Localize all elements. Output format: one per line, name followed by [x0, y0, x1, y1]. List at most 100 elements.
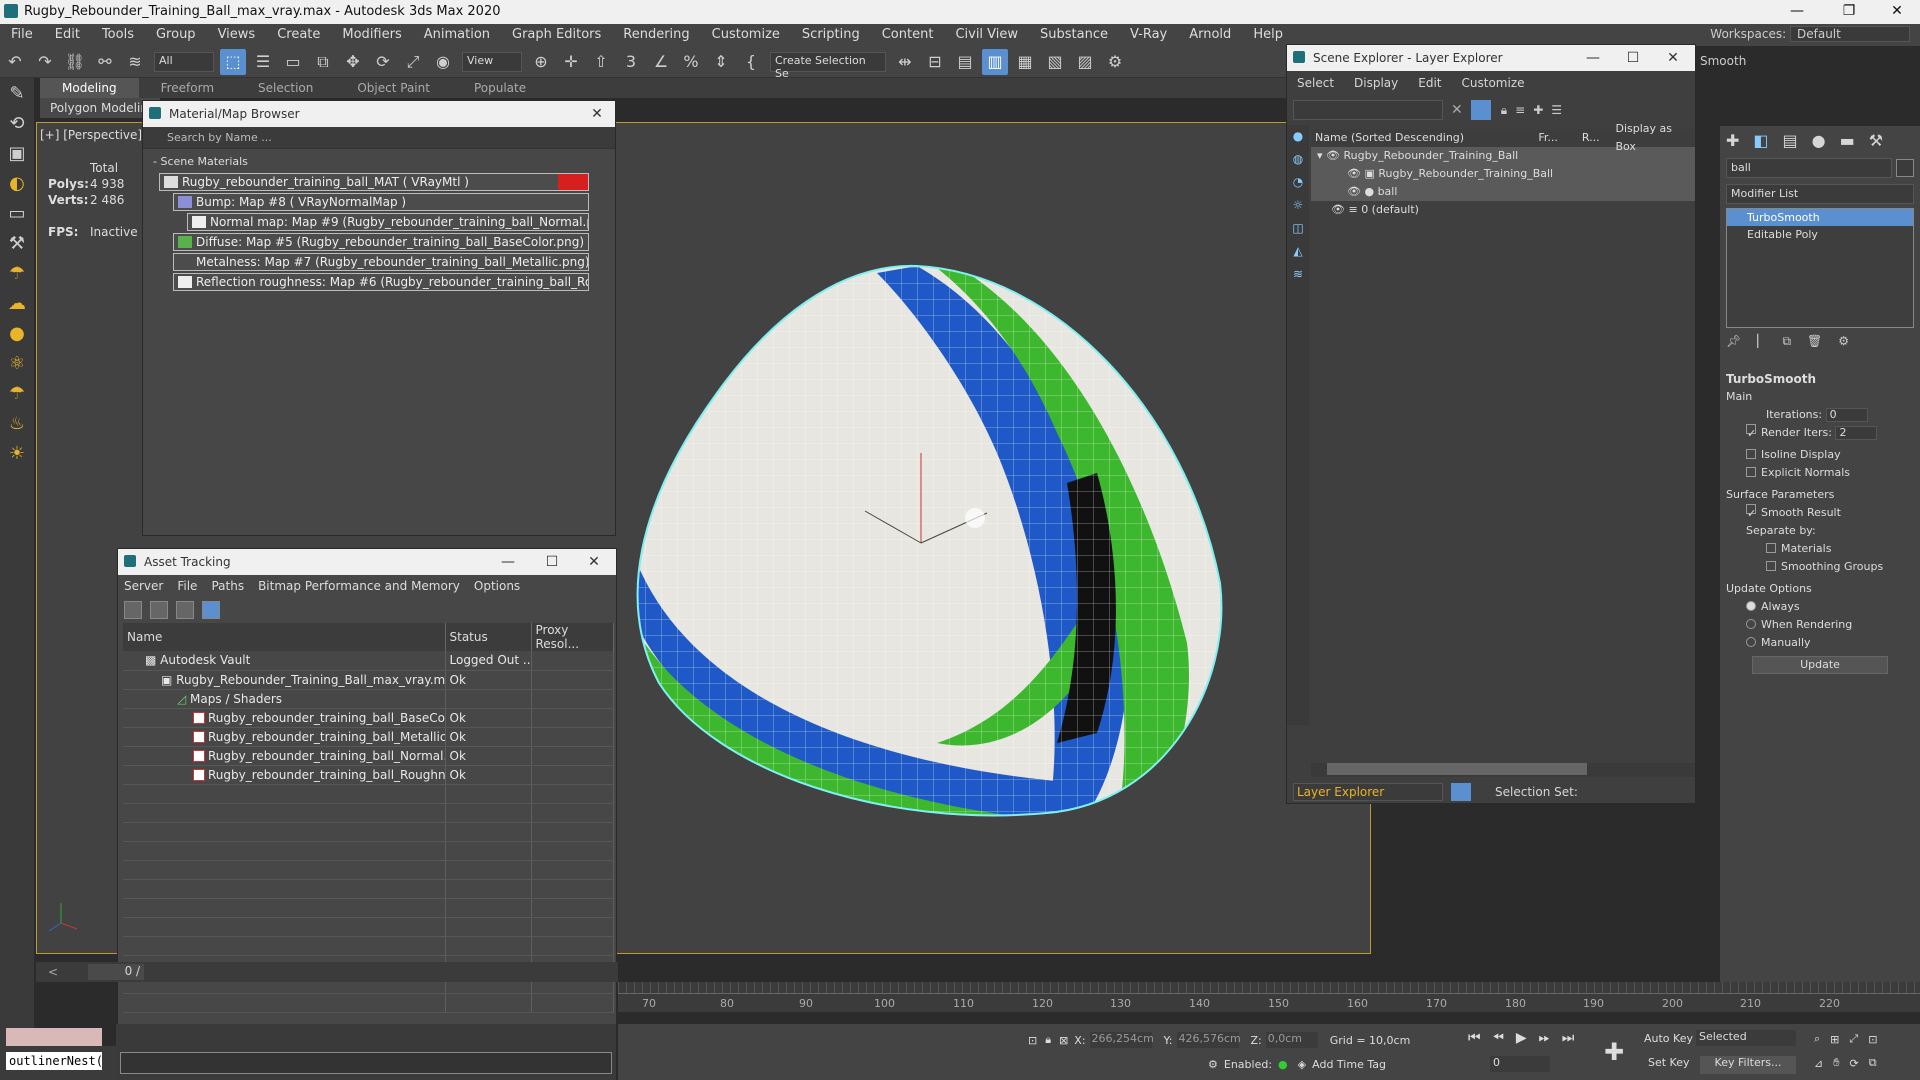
link-icon[interactable]: ⛓ — [62, 49, 88, 75]
next-frame-icon[interactable]: ⏩︎ — [1539, 1030, 1550, 1046]
workspaces-dropdown[interactable]: Default — [1790, 26, 1910, 42]
layers-icon[interactable]: ☰ — [1551, 103, 1562, 117]
adaptive-degradation-icon[interactable]: ⚙ — [1208, 1058, 1218, 1071]
menu-arnold[interactable]: Arnold — [1178, 24, 1242, 46]
close-button[interactable]: ✕ — [1874, 0, 1920, 24]
layer-toolbar-icon[interactable] — [1451, 783, 1471, 801]
selection-filter-dropdown[interactable]: All — [154, 51, 214, 72]
play-icon[interactable]: ▶︎ — [1516, 1030, 1527, 1046]
menu-edit[interactable]: Edit — [44, 24, 91, 46]
menu-help[interactable]: Help — [1242, 24, 1294, 46]
table-row[interactable]: Rugby_rebounder_training_ball_Metallic.p… — [123, 727, 614, 747]
table-view-icon[interactable] — [202, 601, 220, 619]
object-name-field[interactable]: ball — [1726, 158, 1892, 178]
asset-close-button[interactable]: ✕ — [576, 549, 612, 575]
tab-populate[interactable]: Populate — [452, 78, 548, 98]
y-coordinate-field[interactable]: 426,576cm — [1176, 1032, 1241, 1048]
smoothing-groups-checkbox[interactable] — [1766, 561, 1776, 571]
scene-explorer-close-button[interactable]: ✕ — [1655, 45, 1691, 71]
menu-vray[interactable]: V-Ray — [1119, 24, 1178, 46]
manually-radio[interactable] — [1746, 637, 1756, 647]
maxscript-input[interactable]: outlinerNest( — [6, 1052, 102, 1070]
map-row-roughness[interactable]: Reflection roughness: Map #6 (Rugby_rebo… — [173, 273, 589, 291]
menu-rendering[interactable]: Rendering — [612, 24, 700, 46]
menu-content[interactable]: Content — [871, 24, 945, 46]
absolute-mode-icon[interactable]: ⊠ — [1059, 1034, 1068, 1047]
configure-modifier-sets-icon[interactable]: ⚙ — [1838, 334, 1849, 348]
asset-minimize-button[interactable]: — — [490, 549, 526, 575]
material-row[interactable]: Rugby_rebounder_training_ball_MAT ( VRay… — [159, 173, 589, 191]
column-name[interactable]: Name — [123, 623, 446, 651]
column-proxy-resolution[interactable]: Proxy Resol... — [531, 623, 614, 651]
menu-group[interactable]: Group — [145, 24, 207, 46]
table-row[interactable]: ▩ Autodesk Vault Logged Out ... — [123, 651, 614, 671]
scrollbar-thumb[interactable] — [1327, 763, 1587, 775]
minimize-button[interactable]: — — [1774, 0, 1820, 24]
new-layer-icon[interactable]: ≡ — [1515, 103, 1525, 117]
map-row-normal[interactable]: Normal map: Map #9 (Rugby_rebounder_trai… — [187, 213, 589, 231]
display-geometry-icon[interactable]: ◍ — [1287, 148, 1309, 171]
motion-icon[interactable]: ◐ — [0, 168, 34, 198]
when-rendering-radio[interactable] — [1746, 619, 1756, 629]
map-row-bump[interactable]: Bump: Map #8 ( VRayNormalMap ) — [173, 193, 589, 211]
sx-menu-select[interactable]: Select — [1297, 71, 1334, 95]
update-button[interactable]: Update — [1752, 656, 1888, 674]
redo-icon[interactable]: ↷ — [32, 49, 58, 75]
pin-stack-icon[interactable]: 📌︎ — [1726, 334, 1741, 348]
tab-selection[interactable]: Selection — [236, 78, 335, 98]
column-status[interactable]: Status — [445, 623, 532, 651]
fov-icon[interactable]: ⊿ — [1814, 1057, 1823, 1070]
toggle-ribbon-icon[interactable]: ▥ — [982, 48, 1008, 75]
key-filters-button[interactable]: Key Filters... — [1700, 1056, 1796, 1074]
scene-row-group[interactable]: 👁︎ ▣ Rugby_Rebounder_Training_Ball — [1311, 165, 1695, 183]
maximize-button[interactable]: ❐ — [1826, 0, 1872, 24]
column-render[interactable]: R... — [1582, 129, 1616, 147]
atom-icon[interactable]: ⚛ — [0, 348, 34, 378]
create-tab-icon[interactable]: ✚ — [1726, 131, 1739, 150]
goto-start-icon[interactable]: ⏮︎ — [1468, 1030, 1481, 1046]
rotate-icon[interactable]: ⟳ — [370, 49, 396, 75]
material-browser-close-icon[interactable]: ✕ — [579, 101, 615, 127]
menu-tools[interactable]: Tools — [91, 24, 145, 46]
scene-materials-header[interactable]: - Scene Materials — [143, 153, 615, 171]
select-object-icon[interactable]: ⬚ — [220, 48, 246, 75]
column-display-as-box[interactable]: Display as Box — [1615, 120, 1695, 156]
table-row[interactable]: ◿ Maps / Shaders — [123, 689, 614, 709]
asset-menu-file[interactable]: File — [177, 575, 197, 597]
clear-search-icon[interactable]: ✕ — [1451, 102, 1463, 118]
display-objects-icon[interactable]: ● — [1287, 125, 1309, 148]
enabled-indicator-icon[interactable]: ● — [1278, 1058, 1288, 1071]
bulb-icon[interactable]: ♨ — [0, 408, 34, 438]
display-lights-icon[interactable]: ☼ — [1287, 194, 1309, 217]
scene-search-input[interactable] — [1293, 100, 1443, 120]
display-tab-icon[interactable]: ▬ — [1840, 131, 1855, 150]
menu-customize[interactable]: Customize — [701, 24, 791, 46]
orbit-icon[interactable]: ⟳ — [1850, 1057, 1859, 1070]
column-freeze[interactable]: Fr... — [1538, 129, 1581, 147]
tab-freeform[interactable]: Freeform — [139, 78, 236, 98]
time-slider[interactable]: < 0 / — [36, 962, 618, 982]
zoom-extents-icon[interactable]: ⤢ — [1849, 1032, 1858, 1046]
asset-maximize-button[interactable]: ☐ — [534, 549, 570, 575]
materials-checkbox[interactable] — [1766, 543, 1776, 553]
menu-graph-editors[interactable]: Graph Editors — [501, 24, 612, 46]
render-iters-spinner[interactable]: 2 — [1835, 426, 1878, 440]
pan-icon[interactable]: ✋︎ — [1833, 1056, 1839, 1070]
refresh-icon[interactable] — [124, 601, 142, 619]
maximize-viewport-icon[interactable]: ⧉ — [1869, 1056, 1877, 1070]
angle-snap-icon[interactable]: ∠ — [648, 49, 674, 75]
show-end-result-icon[interactable]: ▏ — [1757, 334, 1766, 348]
modify-tab-icon[interactable]: ◧ — [1753, 131, 1768, 150]
set-key-mode-icon[interactable]: ✚ — [1604, 1038, 1624, 1066]
auto-key-button[interactable]: Auto Key — [1644, 1032, 1693, 1045]
menu-file[interactable]: File — [0, 24, 44, 46]
prev-frame-icon[interactable]: < — [48, 965, 58, 979]
asset-menu-options[interactable]: Options — [474, 575, 520, 597]
pivot-icon[interactable]: ⊕ — [528, 49, 554, 75]
scene-horizontal-scrollbar[interactable] — [1311, 763, 1695, 777]
zoom-icon[interactable]: ⌕ — [1814, 1032, 1820, 1046]
curve-editor-icon[interactable]: ▦ — [1012, 49, 1038, 75]
isoline-checkbox[interactable] — [1746, 449, 1756, 459]
tab-modeling[interactable]: Modeling — [40, 78, 139, 98]
menu-views[interactable]: Views — [207, 24, 267, 46]
